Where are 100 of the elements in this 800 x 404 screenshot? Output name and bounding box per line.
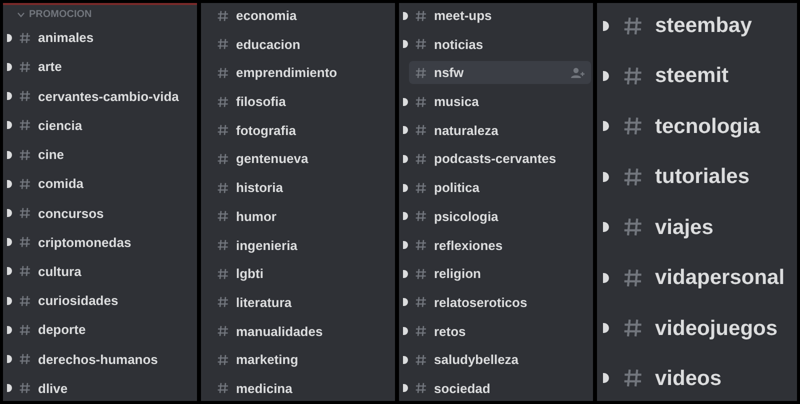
channel-item[interactable]: medicina — [211, 376, 393, 400]
channel-item[interactable]: humor — [211, 204, 393, 228]
channel-item[interactable]: cultura — [13, 260, 195, 283]
channel-item[interactable]: steembay — [611, 9, 793, 42]
channel-item[interactable]: meet-ups — [409, 4, 591, 27]
channel-item[interactable]: concursos — [13, 202, 195, 225]
channel-item[interactable]: literatura — [211, 290, 393, 314]
hash-icon — [217, 268, 229, 280]
hash-icon — [217, 354, 229, 366]
hash-icon — [217, 210, 229, 222]
channel-item[interactable]: podcasts-cervantes — [409, 147, 591, 170]
channel-item[interactable]: retos — [409, 320, 591, 343]
hash-icon — [217, 96, 229, 108]
hash-icon — [623, 217, 643, 238]
channel-item[interactable]: videojuegos — [611, 312, 793, 345]
channel-item[interactable]: fotografia — [211, 118, 393, 142]
hash-icon — [19, 324, 31, 336]
channel-item[interactable]: manualidades — [211, 320, 393, 343]
channel-item[interactable]: religion — [409, 262, 591, 286]
hash-icon — [623, 116, 643, 136]
hash-icon — [19, 294, 31, 307]
channel-item[interactable]: deporte — [13, 318, 195, 342]
channel-item[interactable]: lgbti — [211, 262, 393, 286]
channel-item[interactable]: arte — [13, 55, 195, 78]
channel-item[interactable]: saludybelleza — [409, 348, 591, 372]
hash-icon — [217, 124, 229, 136]
channel-item[interactable]: ingenieria — [211, 234, 393, 256]
channel-item[interactable]: criptomonedas — [13, 230, 195, 254]
channel-item[interactable]: relatoseroticos — [409, 290, 591, 314]
hash-icon — [415, 10, 427, 22]
channel-item[interactable]: educacion — [211, 32, 393, 56]
hash-icon — [415, 296, 427, 308]
add-member-icon[interactable] — [571, 66, 585, 79]
channel-item[interactable]: viajes — [611, 210, 793, 244]
hash-icon — [217, 239, 229, 251]
channel-item[interactable]: curiosidades — [13, 289, 195, 312]
channel-item[interactable]: musica — [409, 90, 591, 114]
chevron-down-icon[interactable] — [17, 12, 25, 18]
channel-item[interactable]: filosofia — [211, 90, 393, 114]
hash-icon — [415, 182, 427, 194]
channel-item[interactable]: nsfw — [409, 61, 591, 84]
channel-item[interactable]: politica — [409, 176, 591, 200]
hash-icon — [19, 353, 31, 366]
channel-item[interactable]: cervantes-cambio-vida — [13, 84, 195, 108]
hash-icon — [217, 296, 229, 308]
hash-icon — [415, 124, 427, 136]
channel-item[interactable]: tecnologia — [611, 110, 793, 143]
hash-icon — [19, 32, 31, 44]
channel-item[interactable]: vidapersonal — [611, 261, 797, 294]
hash-icon — [415, 382, 427, 394]
channel-item[interactable]: reflexiones — [409, 234, 591, 256]
hash-icon — [623, 66, 643, 86]
channel-item[interactable]: emprendimiento — [211, 61, 393, 84]
channel-item[interactable]: sociedad — [409, 376, 591, 400]
hash-icon — [19, 119, 31, 132]
hash-icon — [415, 152, 427, 165]
hash-icon — [415, 96, 427, 108]
hash-icon — [217, 152, 229, 165]
hash-icon — [217, 325, 229, 338]
channel-item[interactable]: derechos-humanos — [13, 348, 195, 371]
channel-item[interactable]: dlive — [13, 376, 195, 400]
hash-icon — [623, 318, 643, 338]
channel-item[interactable]: economia — [211, 4, 393, 27]
hash-icon — [19, 60, 31, 73]
channel-item[interactable]: cine — [13, 143, 195, 166]
hash-icon — [623, 268, 643, 288]
hash-icon — [19, 236, 31, 248]
hash-icon — [623, 368, 643, 388]
hash-icon — [217, 10, 229, 22]
hash-icon — [415, 38, 427, 50]
hash-icon — [19, 90, 31, 102]
hash-icon — [19, 207, 31, 220]
channel-item[interactable]: animales — [13, 26, 195, 50]
hash-icon — [415, 210, 427, 222]
channel-item[interactable]: historia — [211, 176, 393, 200]
hash-icon — [19, 265, 31, 278]
hash-icon — [623, 16, 643, 36]
hash-icon — [19, 178, 31, 190]
channel-item[interactable]: comida — [13, 172, 195, 196]
hash-icon — [19, 148, 31, 161]
channel-item[interactable]: steemit — [611, 59, 793, 92]
channel-item[interactable]: gentenueva — [211, 147, 393, 170]
hash-icon — [217, 382, 229, 394]
hash-icon — [415, 354, 427, 366]
channel-item[interactable]: noticias — [409, 32, 591, 56]
hash-icon — [415, 66, 427, 79]
hash-icon — [623, 166, 643, 187]
hash-icon — [19, 382, 31, 394]
hash-icon — [415, 268, 427, 280]
channel-item[interactable]: psicologia — [409, 204, 591, 228]
channel-item[interactable]: marketing — [211, 348, 393, 372]
channel-item[interactable]: naturaleza — [409, 118, 591, 142]
channel-item[interactable]: ciencia — [13, 114, 195, 137]
hash-icon — [217, 66, 229, 79]
hash-icon — [217, 182, 229, 194]
hash-icon — [217, 38, 229, 50]
hash-icon — [415, 239, 427, 251]
hash-icon — [415, 325, 427, 338]
channel-item[interactable]: videos — [611, 362, 793, 395]
channel-item[interactable]: tutoriales — [611, 160, 793, 194]
